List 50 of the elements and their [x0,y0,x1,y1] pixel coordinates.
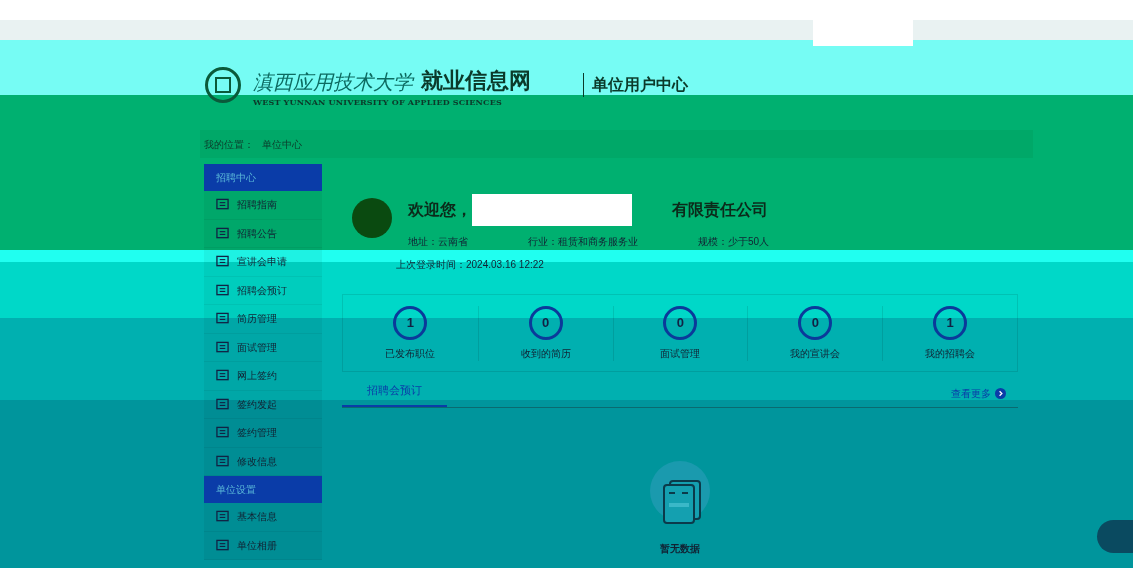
document-icon [216,426,229,440]
document-icon [216,283,229,297]
sidebar-item[interactable]: 基本信息 [204,503,322,532]
welcome-text: 欢迎您， [408,200,472,220]
sidebar-item[interactable]: 招聘指南 [204,191,322,220]
sidebar-item[interactable]: 招聘会预订 [204,276,322,305]
empty-state-text: 暂无数据 [660,541,700,556]
document-icon [216,312,229,326]
university-name: 滇西应用技术大学 [253,68,413,96]
document-icon [216,369,229,383]
document-icon [216,538,229,552]
document-icon [216,454,229,468]
sidebar-item[interactable]: 单位相册 [204,531,322,560]
sidebar-item[interactable]: 面试管理 [204,333,322,362]
sidebar-item[interactable]: 签约发起 [204,390,322,419]
view-more-link[interactable]: 查看更多 [951,385,1006,407]
stat-label: 已发布职位 [385,346,436,361]
last-login-text: 上次登录时间：2024.03.16 12:22 [396,258,545,272]
arrow-circle-icon [995,387,1006,399]
site-title: 就业信息网 [421,66,531,95]
university-logo-icon [205,67,241,103]
sidebar-section-header[interactable]: 招聘中心 [204,164,322,191]
sidebar-item[interactable]: 修改信息 [204,447,322,476]
sidebar-item[interactable]: 招聘公告 [204,219,322,248]
document-icon [216,255,229,269]
document-icon [216,340,229,354]
sidebar-item[interactable]: 网上签约 [204,362,322,391]
document-icon [216,397,229,411]
company-info-text: 地址：云南省 [408,235,468,249]
company-logo-placeholder [352,198,392,238]
stat-label: 我的招聘会 [925,346,976,361]
document-icon [216,198,229,212]
stat-label: 收到的简历 [520,346,571,361]
breadcrumb-link[interactable]: 单位中心 [262,136,302,152]
stat-label: 我的宣讲会 [790,346,841,361]
floating-button[interactable] [1097,520,1133,553]
tab[interactable]: 招聘会预订 [342,382,447,407]
sidebar-item[interactable]: 宣讲会申请 [204,248,322,277]
company-name: 有限责任公司 [672,200,768,221]
stat-label: 面试管理 [660,346,701,361]
section-title: 单位用户中心 [583,73,688,97]
breadcrumb-label: 我的位置： [204,137,254,152]
company-info-text: 规模：少于50人 [698,235,770,249]
sidebar-section-header[interactable]: 单位设置 [204,476,322,503]
document-icon [216,226,229,240]
company-info-text: 行业：租赁和商务服务业 [528,235,638,249]
university-english-name: WEST YUNNAN UNIVERSITY OF APPLIED SCIENCES [253,96,503,107]
sidebar-item[interactable]: 签约管理 [204,419,322,448]
sidebar-item[interactable]: 简历管理 [204,305,322,334]
document-icon [216,510,229,524]
